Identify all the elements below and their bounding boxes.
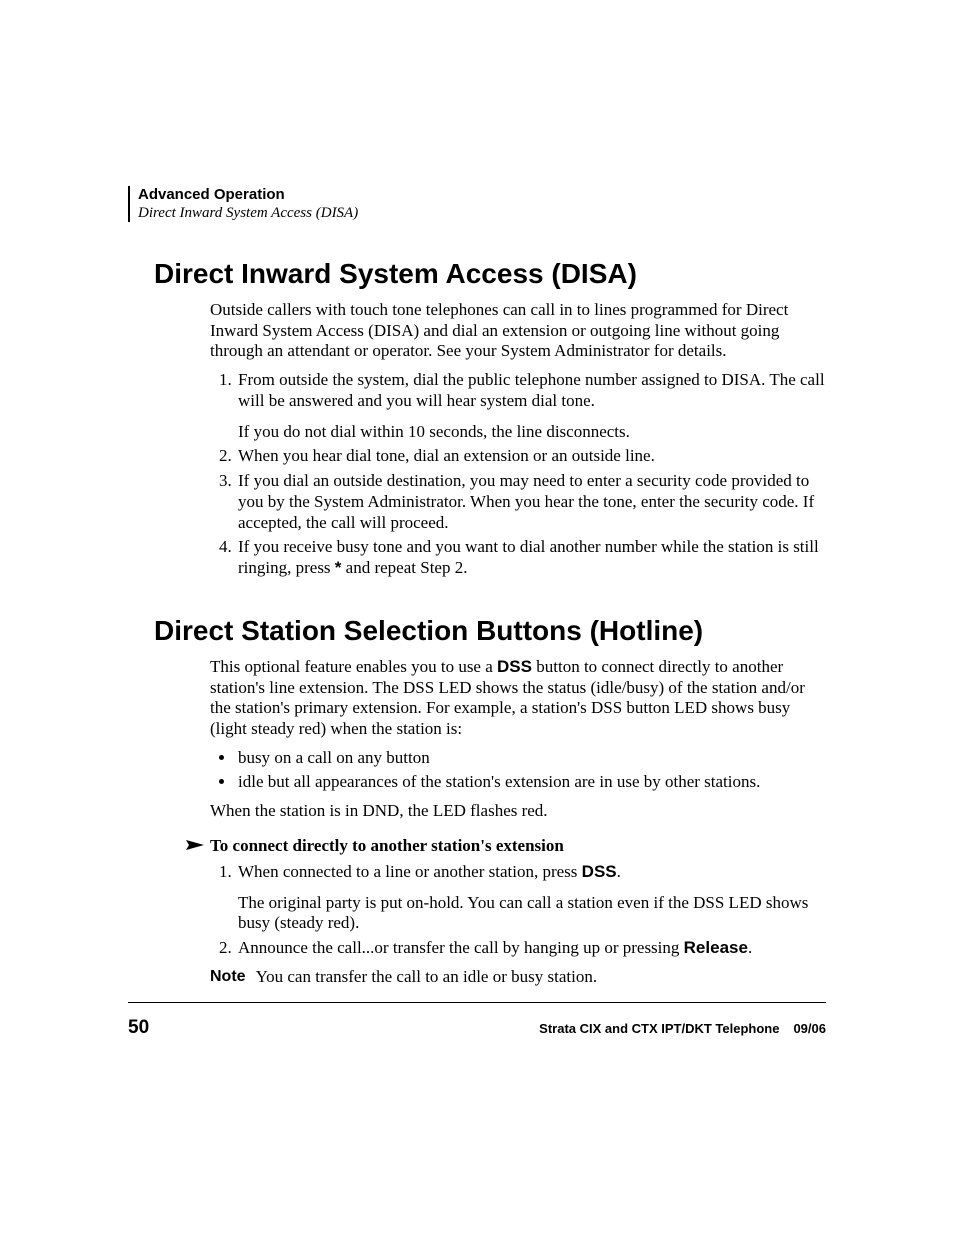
note-label: Note <box>210 967 246 988</box>
proc2-bold: Release <box>684 938 748 957</box>
head-chapter: Advanced Operation <box>138 186 358 203</box>
page-footer: 50 Strata CIX and CTX IPT/DKT Telephone 0… <box>128 1002 826 1039</box>
section-body-disa: Outside callers with touch tone telephon… <box>210 300 826 579</box>
step-3-text: If you dial an outside destination, you … <box>238 471 814 531</box>
step-4-pre: If you receive busy tone and you want to… <box>238 537 819 577</box>
footer-title: Strata CIX and CTX IPT/DKT Telephone <box>539 1021 779 1036</box>
step-1-sub: If you do not dial within 10 seconds, th… <box>238 422 826 443</box>
proc1-post: . <box>617 862 621 881</box>
proc1-sub: The original party is put on-hold. You c… <box>238 893 826 934</box>
disa-steps: From outside the system, dial the public… <box>210 370 826 579</box>
step-2-text: When you hear dial tone, dial an extensi… <box>238 446 655 465</box>
step-1-text: From outside the system, dial the public… <box>238 370 825 410</box>
arrow-right-icon <box>186 839 204 851</box>
step-4: If you receive busy tone and you want to… <box>236 537 826 578</box>
step-3: If you dial an outside destination, you … <box>236 471 826 533</box>
section-title-dss: Direct Station Selection Buttons (Hotlin… <box>154 615 826 647</box>
footer-row: 50 Strata CIX and CTX IPT/DKT Telephone 0… <box>128 1017 826 1039</box>
footer-right: Strata CIX and CTX IPT/DKT Telephone 09/0… <box>539 1021 826 1036</box>
proc1-pre: When connected to a line or another stat… <box>238 862 582 881</box>
dss-bullets: busy on a call on any button idle but al… <box>210 748 826 793</box>
document-page: Advanced Operation Direct Inward System … <box>0 0 954 1235</box>
dss-after: When the station is in DND, the LED flas… <box>210 801 826 822</box>
step-1: From outside the system, dial the public… <box>236 370 826 442</box>
note-row: Note You can transfer the call to an idl… <box>210 967 826 988</box>
proc-step-1: When connected to a line or another stat… <box>236 862 826 934</box>
section-body-dss: This optional feature enables you to use… <box>210 657 826 822</box>
page-number: 50 <box>128 1017 149 1039</box>
proc2-pre: Announce the call...or transfer the call… <box>238 938 684 957</box>
footer-date: 09/06 <box>793 1021 826 1036</box>
head-text: Advanced Operation Direct Inward System … <box>138 186 358 222</box>
proc2-post: . <box>748 938 752 957</box>
section-title-disa: Direct Inward System Access (DISA) <box>154 258 826 290</box>
running-head: Advanced Operation Direct Inward System … <box>128 186 826 222</box>
note-text: You can transfer the call to an idle or … <box>256 967 598 988</box>
dss-intro-pre: This optional feature enables you to use… <box>210 657 497 676</box>
proc-step-2: Announce the call...or transfer the call… <box>236 938 826 959</box>
dss-intro: This optional feature enables you to use… <box>210 657 826 740</box>
proc-steps: When connected to a line or another stat… <box>210 862 826 959</box>
intro-para: Outside callers with touch tone telephon… <box>210 300 826 362</box>
head-section: Direct Inward System Access (DISA) <box>138 205 358 222</box>
procedure-title: To connect directly to another station's… <box>210 836 564 856</box>
bullet-1: busy on a call on any button <box>236 748 826 769</box>
head-rule <box>128 186 130 222</box>
procedure-heading: To connect directly to another station's… <box>186 836 826 856</box>
step-4-post: and repeat Step 2. <box>341 558 467 577</box>
footer-rule <box>128 1002 826 1003</box>
proc1-bold: DSS <box>582 862 617 881</box>
procedure-body: When connected to a line or another stat… <box>210 862 826 988</box>
step-2: When you hear dial tone, dial an extensi… <box>236 446 826 467</box>
bullet-2: idle but all appearances of the station'… <box>236 772 826 793</box>
dss-bold: DSS <box>497 657 532 676</box>
